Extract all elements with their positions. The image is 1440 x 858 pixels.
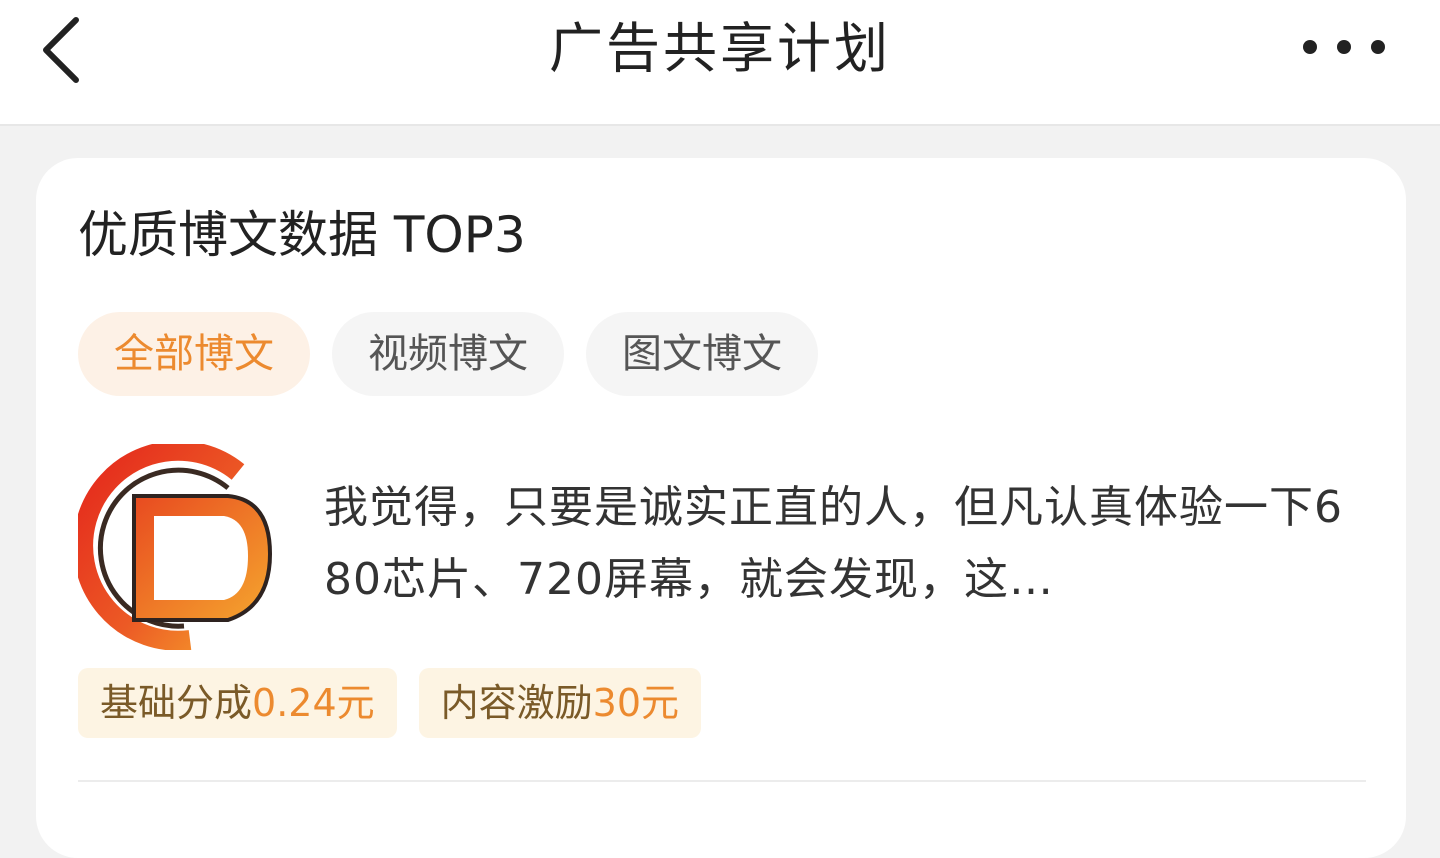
top-nav-bar: 广告共享计划 [0, 0, 1440, 126]
brand-logo-icon [78, 444, 273, 650]
post-item[interactable]: 我觉得，只要是诚实正直的人，但凡认真体验一下680芯片、720屏幕，就会发现，这… [78, 444, 1368, 650]
top-posts-card: 优质博文数据 TOP3 全部博文 视频博文 图文博文 我觉得，只要是诚实正直的人… [36, 158, 1406, 858]
tab-video-posts[interactable]: 视频博文 [332, 312, 564, 396]
content-incentive-badge: 内容激励30元 [418, 668, 702, 738]
content-incentive-value: 30元 [592, 681, 680, 725]
base-share-label: 基础分成 [100, 681, 253, 725]
base-share-value: 0.24元 [252, 681, 375, 725]
more-button[interactable] [1296, 22, 1396, 72]
more-dots-icon [1303, 40, 1385, 54]
base-share-badge: 基础分成0.24元 [78, 668, 397, 738]
divider [78, 780, 1366, 782]
post-thumbnail [78, 444, 284, 650]
earnings-badges: 基础分成0.24元 内容激励30元 [78, 668, 702, 738]
tab-image-text-posts[interactable]: 图文博文 [586, 312, 818, 396]
post-excerpt: 我觉得，只要是诚实正直的人，但凡认真体验一下680芯片、720屏幕，就会发现，这… [324, 482, 1343, 605]
page-title: 广告共享计划 [549, 17, 891, 80]
card-title: 优质博文数据 TOP3 [78, 206, 526, 264]
tab-all-posts[interactable]: 全部博文 [78, 312, 310, 396]
post-type-tabs: 全部博文 视频博文 图文博文 [78, 312, 818, 396]
content-incentive-label: 内容激励 [440, 681, 593, 725]
